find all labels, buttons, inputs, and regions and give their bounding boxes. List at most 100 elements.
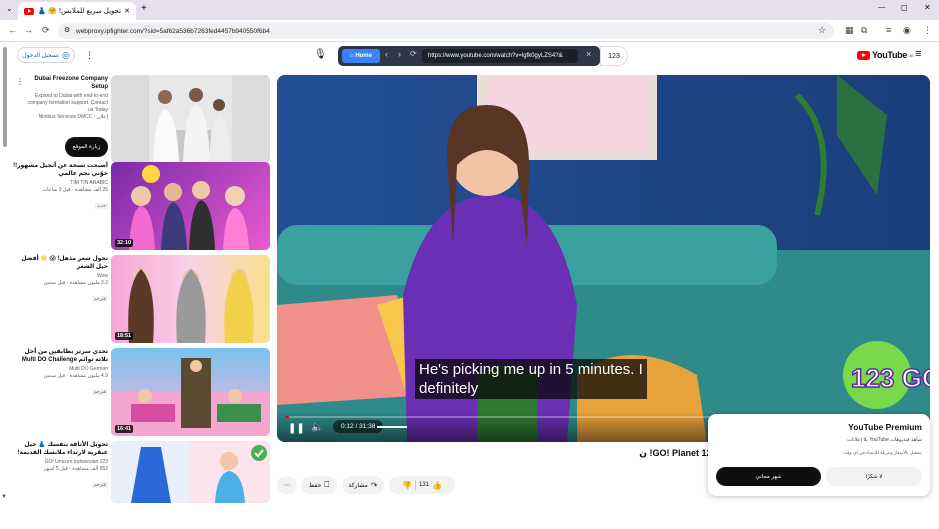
share-button[interactable]: مشاركة ↷ bbox=[342, 476, 384, 494]
list-item-views: 4.9 مليون مشاهدة · قبل سنتين bbox=[43, 373, 108, 379]
list-item[interactable]: تحول شعر مذهل! 😱 🌟 أفضل حيل الشعر Wow 3.… bbox=[12, 255, 270, 343]
volume-icon[interactable]: 🔈 bbox=[311, 422, 323, 433]
ad-card[interactable]: ⋮ Dubai Freezone Company Setup Expand to… bbox=[12, 75, 270, 163]
proxy-home-button[interactable]: ⌂ Home bbox=[342, 49, 380, 63]
signin-label: تسجيل الدخول bbox=[22, 52, 59, 59]
caption-line-1: He's picking me up in 5 minutes. I bbox=[419, 361, 643, 378]
video-player[interactable]: 123 GO! He's picking me up in 5 minutes.… bbox=[277, 75, 930, 442]
save-label: حفظ bbox=[308, 482, 322, 489]
free-trial-button[interactable]: شهر مجاني bbox=[716, 467, 821, 486]
bookmark-star-icon[interactable]: ☆ bbox=[818, 25, 826, 36]
video-thumbnail[interactable]: 18:51 bbox=[111, 255, 270, 343]
reload-icon[interactable]: ⟳ bbox=[42, 25, 50, 36]
site-info-icon[interactable]: ⚙ bbox=[64, 26, 70, 34]
account-icon: ◎ bbox=[61, 49, 70, 60]
video-duration: 16:41 bbox=[115, 425, 134, 433]
back-icon[interactable]: ← bbox=[8, 25, 17, 35]
list-item[interactable]: تحدي سرير بطابقين من أجل ثلاثة توائم Mul… bbox=[12, 348, 270, 436]
list-item-channel: 123 GO! Unicorn Indonesian bbox=[44, 459, 108, 465]
list-item-title: تحدي سرير بطابقين من أجل ثلاثة توائم Mul… bbox=[21, 349, 108, 363]
list-item-channel: Wow bbox=[96, 273, 108, 279]
list-item-views: 3.2 مليون مشاهدة · قبل سنتين bbox=[43, 280, 108, 286]
browser-tab[interactable]: تحويل سريع للملابس! 🤗 👗 🎀 ✕ bbox=[18, 2, 136, 20]
like-icon[interactable]: 👍 bbox=[432, 481, 442, 490]
ad-description: Expand to Dubai with end-to-end company … bbox=[27, 93, 108, 113]
video-duration: 18:51 bbox=[115, 332, 134, 340]
thumbnail-image bbox=[128, 269, 254, 343]
ad-thumbnail[interactable] bbox=[111, 75, 270, 163]
bookmark-icon: ⎕ bbox=[324, 480, 330, 489]
caption-line-2: definitely bbox=[419, 380, 479, 397]
youtube-logo-text: YouTube bbox=[872, 50, 908, 60]
tab-title: تحويل سريع للملابس! 🤗 👗 🎀 bbox=[37, 8, 122, 15]
video-thumbnail[interactable]: 16:41 bbox=[111, 348, 270, 436]
visit-site-button[interactable]: زيارة الموقع bbox=[65, 137, 108, 157]
new-tab-icon[interactable]: + bbox=[141, 3, 147, 14]
list-item-badge: مُترجم bbox=[91, 482, 108, 488]
dislike-icon[interactable]: 👎 bbox=[402, 481, 412, 490]
tab-bar: ⌄ تحويل سريع للملابس! 🤗 👗 🎀 ✕ + — ◻ ✕ bbox=[0, 0, 939, 20]
list-item-views: 26 ألف مشاهدة · قبل 3 ساعات bbox=[42, 187, 108, 193]
ad-title: Dubai Freezone Company Setup bbox=[34, 76, 108, 90]
proxy-counter: 123 bbox=[600, 46, 628, 66]
share-icon: ↷ bbox=[370, 480, 378, 490]
extension-icon[interactable]: ▦ bbox=[845, 25, 854, 36]
guide-menu-icon[interactable]: ≡ bbox=[915, 48, 921, 60]
url-field[interactable]: ⚙ webproxy.ipfighter.com/?sid=5af62a536b… bbox=[58, 23, 834, 39]
free-trial-label: شهر مجاني bbox=[755, 473, 782, 480]
video-thumbnail[interactable]: 32:10 bbox=[111, 162, 270, 250]
video-thumbnail[interactable] bbox=[111, 441, 270, 503]
volume-slider[interactable] bbox=[377, 426, 407, 428]
thumbnail-image bbox=[129, 165, 249, 250]
list-item[interactable]: تحويل الأناقة بنفسك 👗 حيل عبقرية لارتداء… bbox=[12, 441, 270, 529]
youtube-favicon-icon bbox=[24, 7, 34, 15]
sidebar-scrollbar[interactable] bbox=[3, 47, 7, 147]
list-item[interactable]: أصبحت نسخة عن أنجيل مشهور!! حوّني نجم عا… bbox=[12, 162, 270, 250]
no-thanks-label: لا شكرًا bbox=[865, 473, 883, 480]
proxy-back-icon[interactable]: ‹ bbox=[385, 49, 388, 59]
save-button[interactable]: حفظ ⎕ bbox=[301, 476, 337, 494]
ad-source: Nimbus Services DMCC · إعلان bbox=[38, 114, 108, 120]
downloads-icon[interactable]: ⧉ bbox=[861, 25, 867, 36]
list-item-title: أصبحت نسخة عن أنجيل مشهور!! حوّني نجم عا… bbox=[13, 163, 108, 177]
thumbnail-image bbox=[111, 441, 270, 503]
share-label: مشاركة bbox=[348, 482, 368, 489]
list-item-meta: تحدي سرير بطابقين من أجل ثلاثة توائم Mul… bbox=[12, 348, 108, 398]
proxy-forward-icon[interactable]: › bbox=[398, 49, 401, 59]
close-window-icon[interactable]: ✕ bbox=[924, 3, 931, 12]
premium-line-2: تشغيل بالأسعار وتنزيله للإنشاء في أي وقت bbox=[842, 450, 922, 455]
no-thanks-button[interactable]: لا شكرًا bbox=[826, 467, 922, 486]
media-control-icon[interactable]: ≡ bbox=[886, 25, 891, 35]
list-item-views: 552 ألف مشاهدة · قبل 5 أشهر bbox=[43, 466, 108, 472]
like-dislike-group: 👎 131 👍 bbox=[389, 476, 455, 494]
profile-icon[interactable]: ◉ bbox=[903, 25, 911, 36]
list-item-meta: أصبحت نسخة عن أنجيل مشهور!! حوّني نجم عا… bbox=[12, 162, 108, 212]
tab-close-icon[interactable]: ✕ bbox=[124, 7, 130, 15]
signin-button[interactable]: تسجيل الدخول ◎ bbox=[17, 47, 75, 63]
proxy-reload-icon[interactable]: ⟳ bbox=[410, 49, 417, 58]
youtube-logo[interactable]: YouTube AE bbox=[857, 50, 914, 60]
address-bar: ← → ⟳ ⚙ webproxy.ipfighter.com/?sid=5af6… bbox=[0, 20, 939, 42]
minimize-icon[interactable]: — bbox=[878, 4, 885, 11]
premium-title: YouTube Premium bbox=[848, 422, 922, 432]
list-item-badge: مُترجم bbox=[91, 389, 108, 395]
browser-menu-icon[interactable]: ⋮ bbox=[923, 25, 932, 36]
proxy-url-text: https://www.youtube.com/watch?v=lgfk0gyL… bbox=[428, 53, 563, 59]
proxy-toolbar: ⌂ Home ‹ › ⟳ https://www.youtube.com/wat… bbox=[338, 46, 600, 66]
ad-image bbox=[149, 75, 232, 163]
settings-menu-icon[interactable]: ⋮ bbox=[85, 50, 94, 61]
voice-search-icon[interactable]: 🎙 bbox=[314, 49, 327, 60]
channel-watermark: 123 GO! bbox=[851, 363, 930, 393]
premium-line-1: شاهد فيديوهات YouTube بلا إعلانات bbox=[847, 437, 922, 443]
tab-list-chevron-icon[interactable]: ⌄ bbox=[6, 4, 13, 13]
forward-icon[interactable]: → bbox=[24, 25, 33, 35]
proxy-close-icon[interactable]: × bbox=[586, 49, 591, 59]
proxy-url-input[interactable]: https://www.youtube.com/watch?v=lgfk0gyL… bbox=[422, 49, 578, 63]
more-actions-button[interactable]: ⋯ bbox=[277, 476, 297, 494]
maximize-icon[interactable]: ◻ bbox=[901, 3, 908, 12]
progress-fill bbox=[285, 416, 289, 418]
like-divider bbox=[414, 480, 416, 490]
pause-icon[interactable]: ❚❚ bbox=[288, 423, 305, 434]
video-caption: He's picking me up in 5 minutes. I defin… bbox=[415, 359, 647, 399]
scroll-down-icon[interactable]: ▼ bbox=[1, 494, 7, 500]
